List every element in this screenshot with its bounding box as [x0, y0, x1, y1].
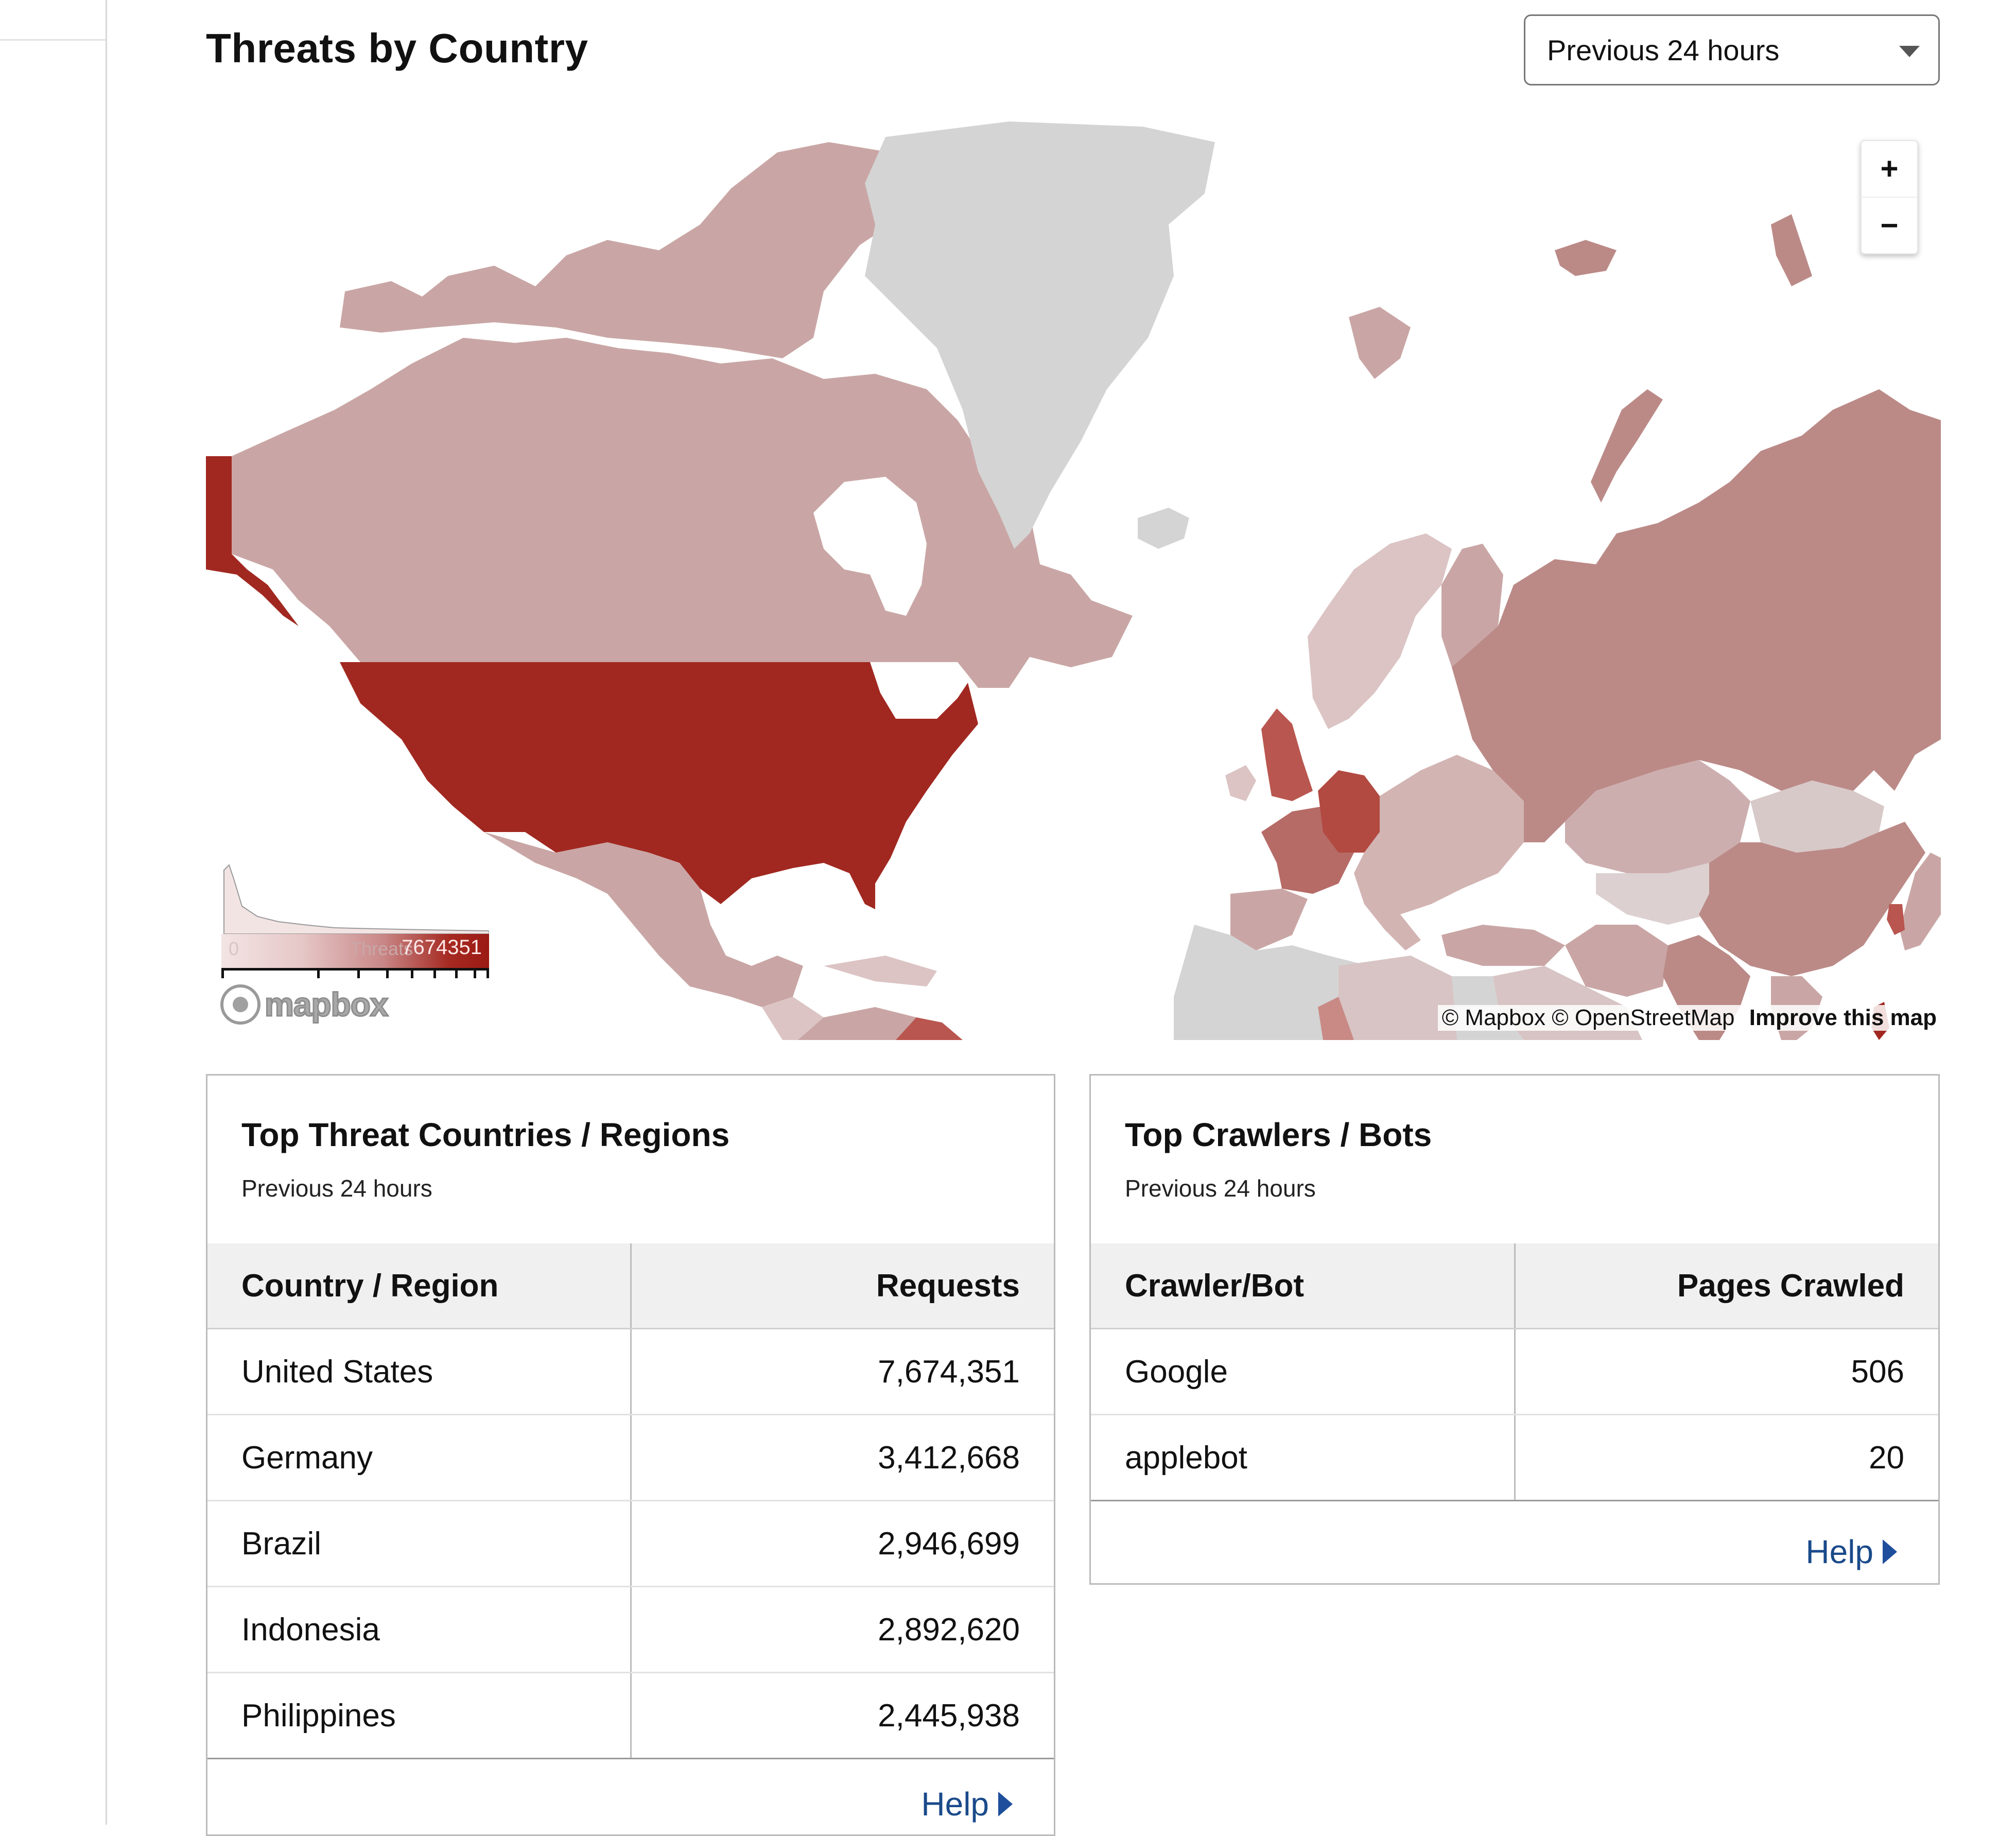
caret-right-icon [998, 1792, 1013, 1816]
zoom-out-button[interactable]: − [1862, 197, 1917, 253]
legend-histogram [223, 864, 489, 934]
table-row[interactable]: Brazil 2,946,699 [207, 1500, 1054, 1587]
table-row[interactable]: United States 7,674,351 [207, 1328, 1054, 1415]
column-header-requests[interactable]: Requests [631, 1243, 1054, 1329]
table-row[interactable]: Indonesia 2,892,620 [207, 1586, 1054, 1673]
page-title: Threats by Country [206, 25, 588, 71]
country-iceland[interactable] [1138, 508, 1189, 549]
region-caribbean[interactable] [824, 956, 937, 986]
requests-cell: 2,445,938 [631, 1672, 1054, 1759]
table-row[interactable]: Philippines 2,445,938 [207, 1672, 1054, 1759]
legend-axis [221, 968, 489, 981]
country-ireland[interactable] [1225, 765, 1256, 801]
crawler-cell: Google [1091, 1328, 1516, 1415]
country-united-kingdom[interactable] [1261, 708, 1313, 801]
osm-attribution-link[interactable]: © OpenStreetMap [1552, 1005, 1734, 1030]
card-subtitle: Previous 24 hours [241, 1175, 432, 1202]
legend-tick [317, 968, 320, 978]
legend-tick [433, 968, 436, 978]
column-header-pages-crawled[interactable]: Pages Crawled [1515, 1243, 1938, 1329]
country-canada-arctic-islands[interactable] [340, 142, 916, 358]
country-severnaya-zemlya[interactable] [1771, 214, 1812, 286]
crawlers-table: Crawler/Bot Pages Crawled Google 506 app… [1091, 1243, 1938, 1501]
pages-cell: 506 [1515, 1328, 1938, 1415]
improve-map-link[interactable]: Improve this map [1749, 1005, 1937, 1030]
table-row[interactable]: applebot 20 [1091, 1414, 1938, 1501]
legend-tick [474, 968, 476, 978]
legend-tick [357, 968, 360, 978]
sidebar-divider [0, 39, 106, 41]
card-title: Top Threat Countries / Regions [241, 1116, 730, 1153]
pages-cell: 20 [1515, 1414, 1938, 1501]
mapbox-attribution-link[interactable]: © Mapbox [1442, 1005, 1545, 1030]
requests-cell: 2,946,699 [631, 1500, 1054, 1587]
country-cell: United States [207, 1328, 632, 1415]
country-cell: Indonesia [207, 1586, 632, 1673]
time-range-selected: Previous 24 hours [1547, 34, 1780, 66]
column-header-crawler[interactable]: Crawler/Bot [1091, 1243, 1516, 1329]
legend-tick [486, 968, 489, 978]
requests-cell: 2,892,620 [631, 1586, 1054, 1673]
map-legend: 0 Threats 7674351 [221, 860, 489, 978]
country-cell: Germany [207, 1414, 632, 1501]
sidebar [0, 0, 107, 1825]
column-header-country[interactable]: Country / Region [207, 1243, 632, 1329]
country-turkey[interactable] [1441, 925, 1565, 966]
country-norway-sweden[interactable] [1308, 533, 1452, 729]
table-header-row: Country / Region Requests [207, 1243, 1054, 1329]
country-svalbard[interactable] [1349, 307, 1411, 379]
help-label: Help [1805, 1533, 1873, 1570]
zoom-in-button[interactable]: + [1862, 141, 1917, 197]
mapbox-logo-text: mapbox [264, 985, 389, 1024]
country-south-korea[interactable] [1887, 904, 1905, 935]
table-header-row: Crawler/Bot Pages Crawled [1091, 1243, 1938, 1329]
legend-max-value: 7674351 [402, 936, 482, 959]
country-franz-josef[interactable] [1555, 240, 1617, 276]
legend-tick [411, 968, 413, 978]
legend-tick [455, 968, 458, 978]
time-range-select[interactable]: Previous 24 hours [1524, 14, 1940, 85]
legend-min-value: 0 [229, 938, 239, 959]
country-spain-portugal[interactable] [1230, 889, 1308, 950]
card-title: Top Crawlers / Bots [1125, 1116, 1432, 1153]
country-russia-novaya-zemlya[interactable] [1591, 389, 1663, 503]
requests-cell: 7,674,351 [631, 1328, 1054, 1415]
legend-tick [221, 968, 224, 978]
requests-cell: 3,412,668 [631, 1414, 1054, 1501]
table-row[interactable]: Germany 3,412,668 [207, 1414, 1054, 1501]
country-cell: Brazil [207, 1500, 632, 1587]
map-attribution: © Mapbox © OpenStreetMap Improve this ma… [1437, 1005, 1941, 1031]
threat-countries-card: Top Threat Countries / Regions Previous … [206, 1074, 1055, 1836]
help-link[interactable]: Help [921, 1785, 1013, 1823]
help-link[interactable]: Help [1805, 1533, 1897, 1571]
help-label: Help [921, 1786, 989, 1823]
country-cell: Philippines [207, 1672, 632, 1759]
table-row[interactable]: Google 506 [1091, 1328, 1938, 1415]
map-zoom-control: + − [1861, 140, 1918, 254]
crawlers-card: Top Crawlers / Bots Previous 24 hours Cr… [1089, 1074, 1940, 1585]
crawler-cell: applebot [1091, 1414, 1516, 1501]
chevron-down-icon [1899, 46, 1920, 57]
caret-right-icon [1883, 1539, 1897, 1564]
mapbox-logo[interactable]: mapbox [220, 981, 389, 1028]
card-subtitle: Previous 24 hours [1125, 1175, 1316, 1202]
legend-tick [386, 968, 389, 978]
mapbox-logo-icon [220, 984, 260, 1025]
threat-countries-table: Country / Region Requests United States … [207, 1243, 1054, 1759]
